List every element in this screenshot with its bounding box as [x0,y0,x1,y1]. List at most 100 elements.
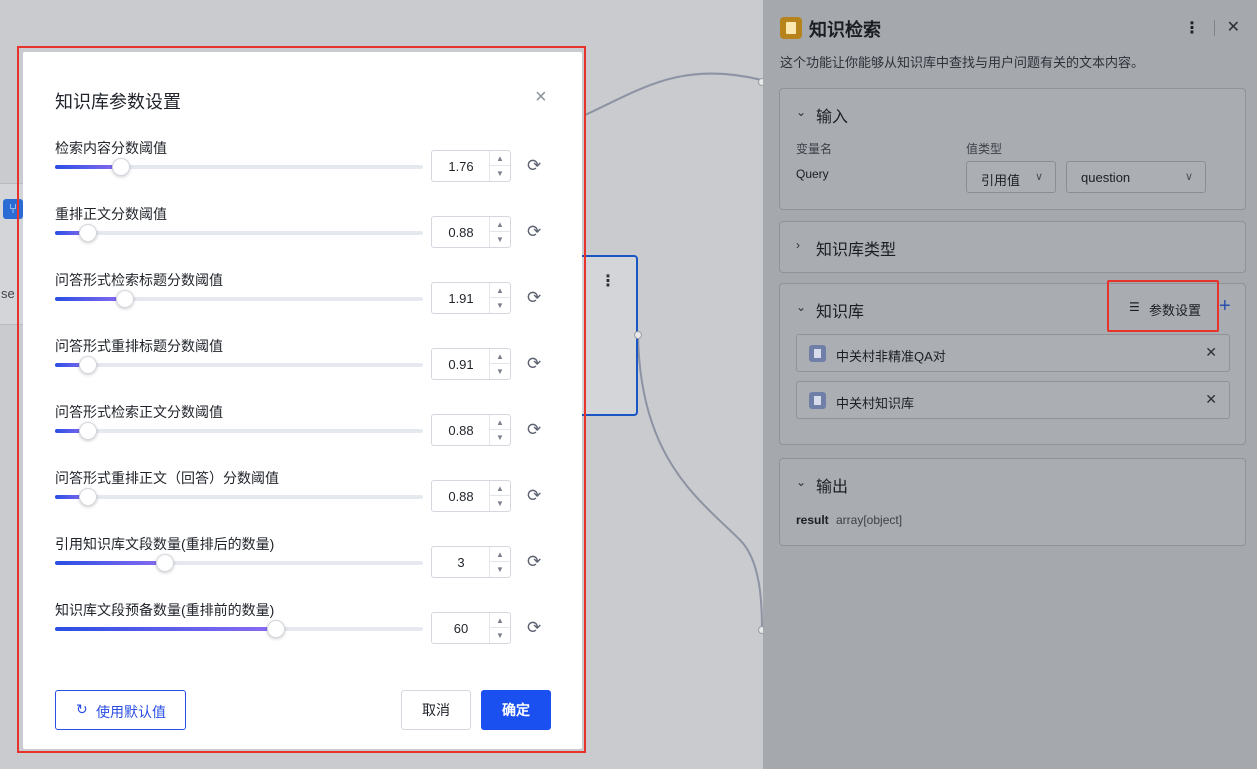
reset-icon[interactable]: ⟳ [527,289,541,306]
cancel-button[interactable]: 取消 [401,690,471,730]
increment-icon[interactable]: ▲ [490,613,510,628]
close-icon[interactable]: ✕ [1227,17,1240,37]
kb-item[interactable]: 中关村知识库 ✕ [796,381,1230,419]
value-selected: question [1081,170,1131,185]
value-type-header: 值类型 [966,142,1003,156]
chevron-down-icon[interactable]: ⌄ [796,105,806,119]
param-value[interactable]: 0.88 [432,225,490,240]
param-value[interactable]: 1.91 [432,291,490,306]
use-default-button[interactable]: ↻ 使用默认值 [55,690,186,730]
node-port[interactable] [634,331,642,339]
param-number-input[interactable]: 0.88 ▲ ▼ [431,414,511,446]
kb-params-dialog: 知识库参数设置 × 检索内容分数阈值 1.76 ▲ ▼ ⟳ 重排正文分数阈值 0.88 ▲ ▼ ⟳… [23,52,582,749]
increment-icon[interactable]: ▲ [490,151,510,166]
use-default-label: 使用默认值 [96,704,166,720]
slider-handle[interactable] [112,158,130,176]
param-value[interactable]: 0.88 [432,423,490,438]
decrement-icon[interactable]: ▼ [490,364,510,379]
param-slider[interactable] [55,158,423,176]
reset-icon[interactable]: ⟳ [527,355,541,372]
slider-handle[interactable] [79,224,97,242]
param-number-input[interactable]: 0.91 ▲ ▼ [431,348,511,380]
param-label: 问答形式检索正文分数阈值 [55,404,223,420]
decrement-icon[interactable]: ▼ [490,562,510,577]
param-value[interactable]: 60 [432,621,490,636]
param-settings-button[interactable]: ☰ 参数设置 [1107,280,1219,332]
decrement-icon[interactable]: ▼ [490,232,510,247]
param-value[interactable]: 1.76 [432,159,490,174]
increment-icon[interactable]: ▲ [490,217,510,232]
param-slider[interactable] [55,488,423,506]
increment-icon[interactable]: ▲ [490,415,510,430]
close-icon[interactable]: × [535,86,547,109]
reset-icon: ↻ [76,701,88,717]
param-number-input[interactable]: 0.88 ▲ ▼ [431,480,511,512]
reset-icon[interactable]: ⟳ [527,223,541,240]
slider-handle[interactable] [116,290,134,308]
param-value[interactable]: 0.88 [432,489,490,504]
reset-icon[interactable]: ⟳ [527,487,541,504]
increment-icon[interactable]: ▲ [490,349,510,364]
param-number-input[interactable]: 0.88 ▲ ▼ [431,216,511,248]
param-label: 知识库文段预备数量(重排前的数量) [55,602,275,618]
param-slider[interactable] [55,224,423,242]
kb-item-name: 中关村知识库 [836,396,915,411]
chevron-down-icon[interactable]: ⌄ [796,300,806,314]
kb-type-section[interactable]: › 知识库类型 [779,221,1246,273]
value-type-select[interactable]: 引用值 ∨ [966,161,1056,193]
reset-icon[interactable]: ⟳ [527,421,541,438]
param-value[interactable]: 0.91 [432,357,490,372]
decrement-icon[interactable]: ▼ [490,430,510,445]
input-section-title[interactable]: 输入 [816,103,848,127]
slider-handle[interactable] [79,422,97,440]
confirm-button[interactable]: 确定 [481,690,551,730]
param-label: 问答形式检索标题分数阈值 [55,272,223,288]
value-select[interactable]: question ∨ [1066,161,1206,193]
slider-handle[interactable] [156,554,174,572]
param-number-input[interactable]: 60 ▲ ▼ [431,612,511,644]
increment-icon[interactable]: ▲ [490,283,510,298]
reset-icon[interactable]: ⟳ [527,553,541,570]
add-kb-button[interactable]: + [1219,296,1231,316]
increment-icon[interactable]: ▲ [490,547,510,562]
param-label: 引用知识库文段数量(重排后的数量) [55,536,275,552]
chevron-right-icon[interactable]: › [796,238,800,252]
param-number-input[interactable]: 1.91 ▲ ▼ [431,282,511,314]
param-slider[interactable] [55,554,423,572]
stepper: ▲ ▼ [489,349,510,379]
param-number-input[interactable]: 1.76 ▲ ▼ [431,150,511,182]
param-slider[interactable] [55,620,423,638]
increment-icon[interactable]: ▲ [490,481,510,496]
decrement-icon[interactable]: ▼ [490,298,510,313]
kb-type-section-title[interactable]: 知识库类型 [816,236,896,260]
panel-description: 这个功能让你能够从知识库中查找与用户问题有关的文本内容。 [780,55,1145,70]
decrement-icon[interactable]: ▼ [490,166,510,181]
param-label: 问答形式重排标题分数阈值 [55,338,223,354]
slider-fill [55,297,125,301]
param-value[interactable]: 3 [432,555,490,570]
more-icon[interactable]: ⋮ [600,271,616,291]
decrement-icon[interactable]: ▼ [490,628,510,643]
chevron-down-icon[interactable]: ⌄ [796,475,806,489]
decrement-icon[interactable]: ▼ [490,496,510,511]
kb-section-title[interactable]: 知识库 [816,298,864,322]
reset-icon[interactable]: ⟳ [527,157,541,174]
output-section-title[interactable]: 输出 [816,473,848,497]
slider-handle[interactable] [79,356,97,374]
value-type-selected: 引用值 [981,173,1021,188]
slider-handle[interactable] [267,620,285,638]
slider-fill [55,561,165,565]
reset-icon[interactable]: ⟳ [527,619,541,636]
param-slider[interactable] [55,422,423,440]
kb-item[interactable]: 中关村非精准QA对 ✕ [796,334,1230,372]
sliders-icon: ☰ [1129,300,1140,314]
slider-handle[interactable] [79,488,97,506]
param-number-input[interactable]: 3 ▲ ▼ [431,546,511,578]
output-name: result [796,513,829,527]
param-slider[interactable] [55,290,423,308]
param-slider[interactable] [55,356,423,374]
remove-icon[interactable]: ✕ [1205,344,1217,361]
remove-icon[interactable]: ✕ [1205,391,1217,408]
more-icon[interactable]: ⋮ [1184,18,1200,38]
output-section: ⌄ 输出 result array[object] [779,458,1246,546]
